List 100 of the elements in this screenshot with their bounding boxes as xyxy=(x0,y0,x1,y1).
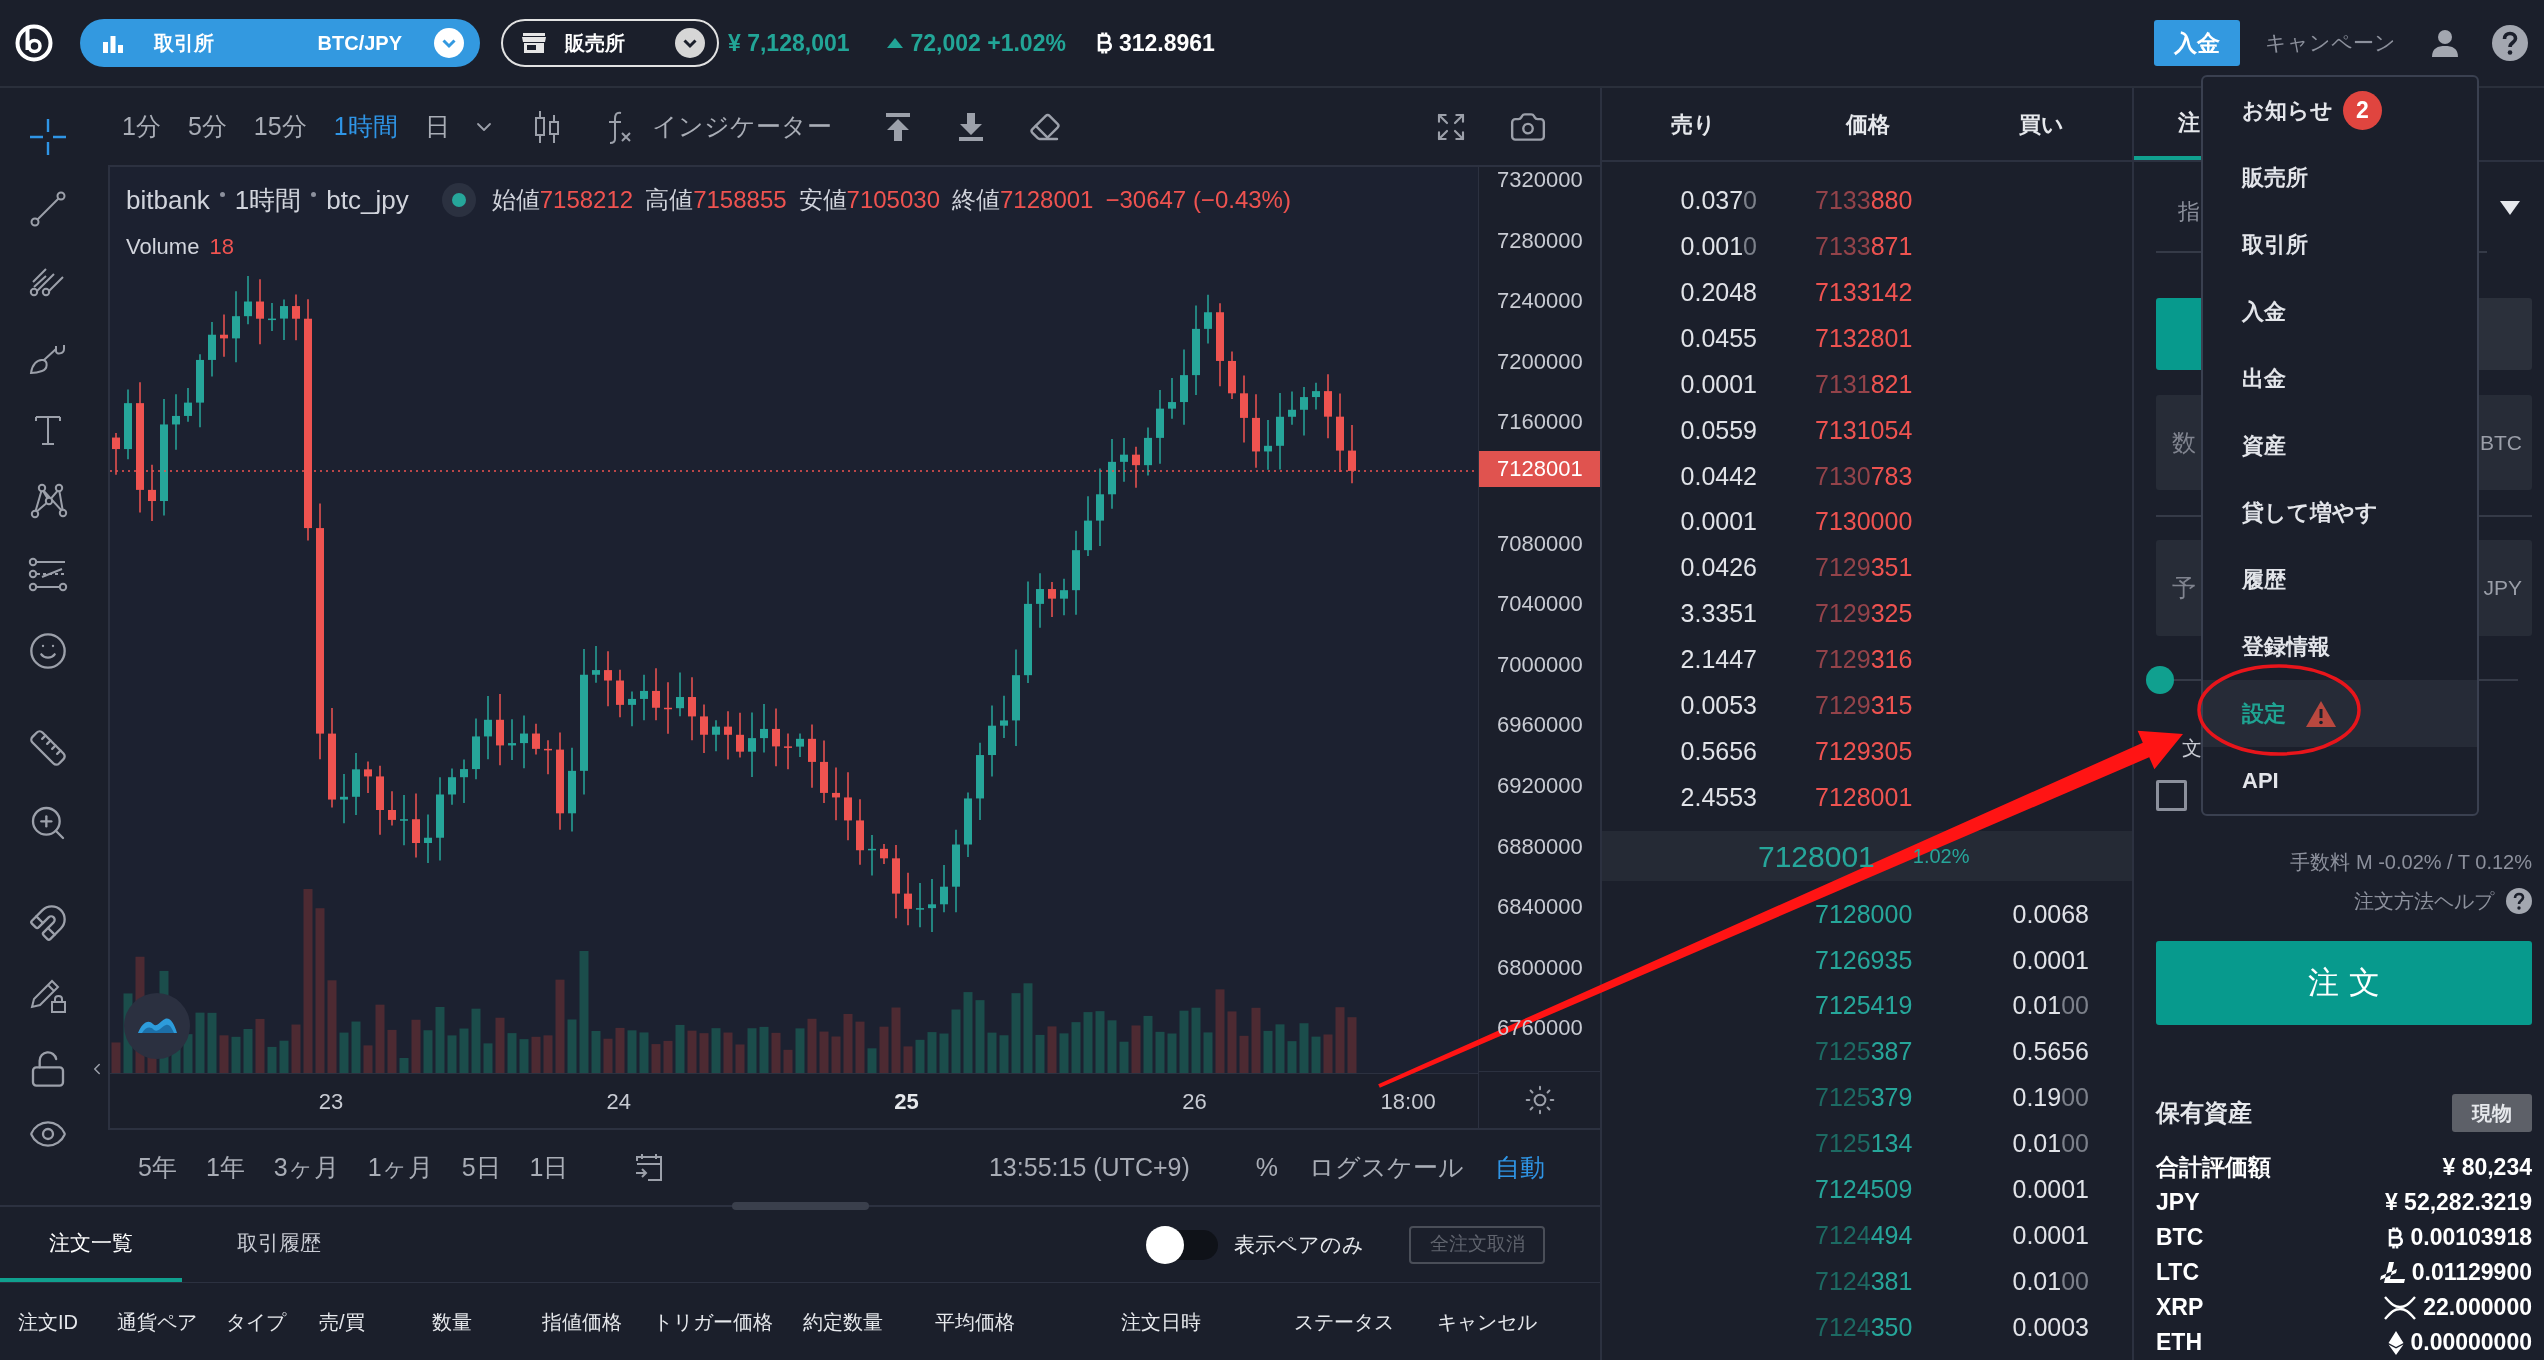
toggle-switch[interactable] xyxy=(1146,1225,1218,1264)
ask-amount: 0.0426 xyxy=(1679,552,1757,584)
bid-amount: 0.0003 xyxy=(2011,1311,2089,1343)
range-button[interactable]: 5日 xyxy=(461,1148,501,1187)
legend-change: −30647 (−0.43%) xyxy=(1105,185,1291,215)
scale-option[interactable]: % xyxy=(1255,1148,1278,1187)
campaign-link[interactable]: キャンペーン xyxy=(2265,27,2396,59)
smiley-icon[interactable] xyxy=(28,631,68,671)
help-icon[interactable] xyxy=(2506,888,2532,914)
trend-line-icon[interactable] xyxy=(28,189,68,229)
range-button[interactable]: 3ヶ月 xyxy=(273,1148,339,1187)
price-axis-label: 6840000 xyxy=(1497,894,1583,920)
total-field[interactable]: 予 xyxy=(2156,540,2201,636)
menu-item[interactable]: 登録情報 xyxy=(2203,613,2477,680)
asset-name: LTC xyxy=(2156,1258,2199,1288)
legend-value: 始値7158212 xyxy=(491,185,634,215)
logo-icon[interactable] xyxy=(15,24,53,62)
price-axis-label: 6920000 xyxy=(1497,772,1583,798)
volume-amount: 312.8961 xyxy=(1118,28,1215,58)
menu-item[interactable]: 設定 xyxy=(2203,680,2477,747)
ask-price: 7129316 xyxy=(1815,644,1913,676)
menu-item[interactable]: 履歴 xyxy=(2203,546,2477,613)
calendar-icon[interactable] xyxy=(634,1152,665,1183)
amount-field[interactable]: 数 xyxy=(2156,395,2201,490)
range-button[interactable]: 5年 xyxy=(138,1148,177,1187)
help-link[interactable]: 注文方法ヘルプ xyxy=(2354,886,2494,916)
price-axis-label: 7200000 xyxy=(1497,348,1583,374)
ask-price: 7130783 xyxy=(1815,460,1913,492)
total-value: ¥ 80,234 xyxy=(2442,1153,2532,1183)
asset-name: XRP xyxy=(2156,1293,2204,1323)
ask-amount: 3.3351 xyxy=(1679,598,1757,630)
menu-item[interactable]: 取引所 xyxy=(2203,211,2477,278)
bar-chart-icon xyxy=(102,33,124,53)
help-icon[interactable] xyxy=(2492,25,2528,61)
price-axis-label: 6880000 xyxy=(1497,833,1583,859)
bid-amount: 0.0001 xyxy=(2011,944,2089,976)
candles-icon[interactable] xyxy=(533,108,560,145)
menu-item[interactable]: 出金 xyxy=(2203,345,2477,412)
interval-tab[interactable]: 1分 xyxy=(122,107,161,146)
bid-price: 7125419 xyxy=(1815,990,1914,1022)
bid-amount: 0.0068 xyxy=(2011,898,2089,930)
interval-tab[interactable]: 日 xyxy=(424,107,450,146)
menu-item[interactable]: 販売所 xyxy=(2203,144,2477,211)
ask-price: 7133880 xyxy=(1815,185,1913,217)
bid-price: 7128000 xyxy=(1815,898,1914,930)
interval-tab[interactable]: 15分 xyxy=(253,107,307,146)
indicators-button[interactable]: インジケーター xyxy=(651,107,832,146)
price-axis-label: 7280000 xyxy=(1497,227,1583,253)
ruler-icon[interactable] xyxy=(28,728,68,768)
asset-name: JPY xyxy=(2156,1188,2200,1218)
ask-amount: 0.0053 xyxy=(1679,690,1757,721)
menu-item[interactable]: お知らせ 2 xyxy=(2203,77,2477,144)
ask-price: 7132801 xyxy=(1815,322,1913,354)
range-button[interactable]: 1ヶ月 xyxy=(367,1148,433,1187)
ask-amount: 0.0370 xyxy=(1679,185,1757,217)
magnet-icon[interactable] xyxy=(28,903,68,943)
orderbook-header: 売り xyxy=(1671,111,1717,137)
scale-option[interactable]: ログスケール xyxy=(1309,1148,1464,1187)
time-axis-label: 25 xyxy=(894,1087,919,1116)
ask-price: 7129351 xyxy=(1815,552,1913,584)
upload-icon[interactable] xyxy=(883,111,912,142)
column-header: 通貨ペア xyxy=(117,1310,197,1333)
user-icon[interactable] xyxy=(2432,29,2458,57)
range-button[interactable]: 1日 xyxy=(529,1148,569,1187)
menu-item[interactable]: 資産 xyxy=(2203,412,2477,479)
section-label: 文 xyxy=(2182,736,2202,760)
chevron-down-icon xyxy=(434,28,464,58)
checkbox[interactable] xyxy=(2156,780,2187,811)
price-change: 72,002 +1.02% xyxy=(910,28,1066,58)
ask-price: 7128001 xyxy=(1815,781,1913,813)
count-badge: 2 xyxy=(2343,91,2382,130)
last-change: 1.02% xyxy=(1912,844,1970,870)
menu-item[interactable]: 入金 xyxy=(2203,278,2477,345)
range-button[interactable]: 1年 xyxy=(205,1148,245,1187)
time-axis-label: 26 xyxy=(1182,1087,1207,1116)
price-axis-label: 7000000 xyxy=(1497,651,1583,677)
price-axis-label: 7320000 xyxy=(1497,167,1583,192)
orders-tab[interactable]: 注文一覧 xyxy=(0,1207,182,1282)
asset-balance: 0.01129900 xyxy=(2411,1258,2532,1288)
ask-price: 7133871 xyxy=(1815,231,1913,263)
slider-thumb[interactable] xyxy=(2146,666,2174,694)
interval-tab[interactable]: 5分 xyxy=(187,107,227,146)
bid-amount: 0.0100 xyxy=(2011,990,2089,1022)
interval-tab[interactable]: 1時間 xyxy=(333,107,398,146)
spot-button[interactable]: 現物 xyxy=(2452,1094,2532,1132)
sun-icon[interactable] xyxy=(1523,1084,1556,1116)
scale-option[interactable]: 自動 xyxy=(1495,1148,1545,1187)
orders-tab[interactable]: 取引履歴 xyxy=(182,1207,376,1282)
drag-handle[interactable] xyxy=(731,1202,869,1210)
unit-label: JPY xyxy=(2479,540,2532,636)
crosshair-icon[interactable] xyxy=(28,117,68,157)
column-header: キャンセル xyxy=(1437,1310,1537,1333)
caret-down-icon[interactable] xyxy=(2500,201,2520,215)
menu-item[interactable]: API xyxy=(2203,747,2477,814)
store-selector[interactable]: 販売所 xyxy=(501,19,719,67)
chart-source: bitbank xyxy=(126,183,210,217)
pattern-icon[interactable] xyxy=(28,481,68,521)
menu-item[interactable]: 貸して増やす xyxy=(2203,479,2477,546)
download-icon[interactable] xyxy=(956,111,985,142)
fee-text: 手数料 M -0.02% / T 0.12% xyxy=(2290,850,2532,874)
